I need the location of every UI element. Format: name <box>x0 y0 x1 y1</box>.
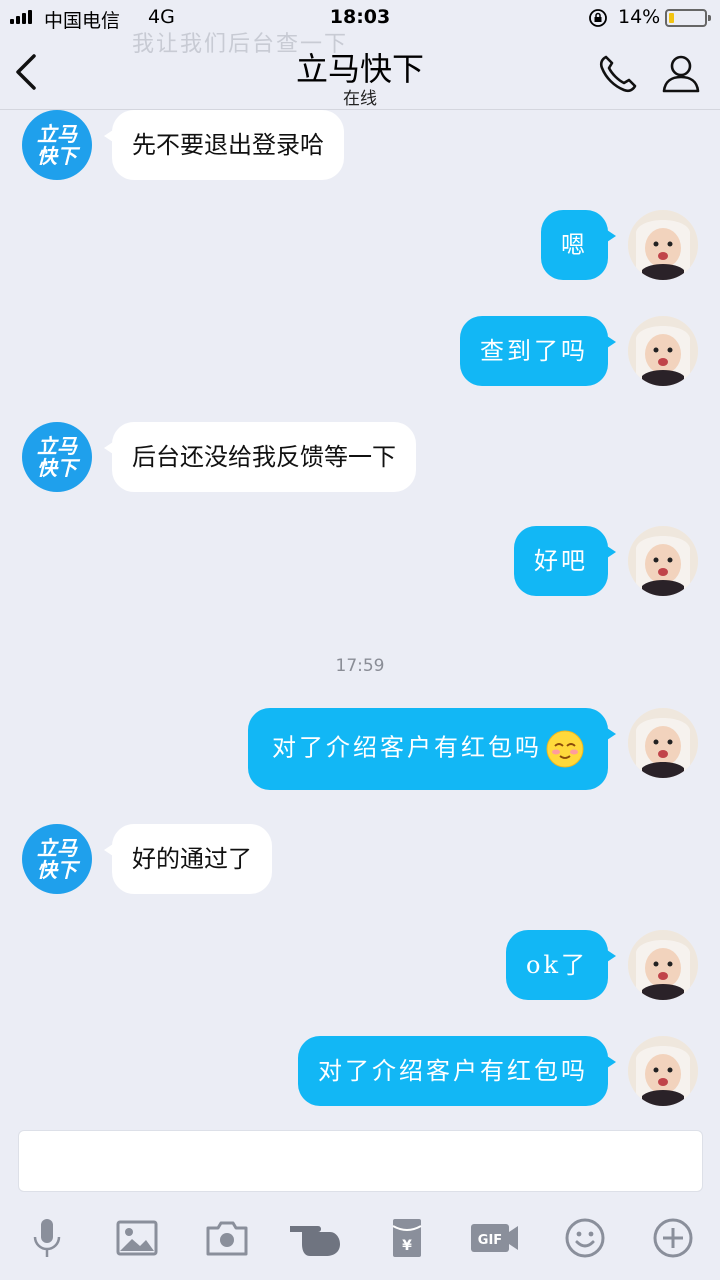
red-packet-icon[interactable]: ¥ <box>384 1216 430 1260</box>
status-time: 18:03 <box>329 6 391 28</box>
plus-icon[interactable] <box>650 1216 696 1260</box>
poke-hand-icon[interactable] <box>288 1216 344 1260</box>
outgoing-message[interactable]: 好吧 <box>514 526 616 596</box>
chat-header: 我让我们后台查一下 立马快下 在线 <box>0 32 720 110</box>
contact-avatar[interactable]: 立马 快下 <box>22 824 92 894</box>
gif-icon[interactable]: GIF <box>468 1216 520 1260</box>
message-timestamp: 17:59 <box>335 656 385 676</box>
rotation-lock-icon <box>589 9 607 27</box>
my-avatar[interactable] <box>628 526 698 596</box>
my-avatar[interactable] <box>628 1036 698 1106</box>
message-text: 对了介绍客户有红包吗 <box>272 733 542 762</box>
phone-icon[interactable] <box>596 52 640 96</box>
outgoing-message[interactable]: 对了介绍客户有红包吗 <box>248 708 616 790</box>
outgoing-message[interactable]: 对了介绍客户有红包吗 <box>298 1036 616 1106</box>
mic-icon[interactable] <box>24 1216 70 1260</box>
battery-fill <box>669 13 674 23</box>
my-avatar[interactable] <box>628 708 698 778</box>
my-avatar[interactable] <box>628 930 698 1000</box>
incoming-message[interactable]: 后台还没给我反馈等一下 <box>104 422 416 492</box>
image-icon[interactable] <box>114 1216 160 1260</box>
outgoing-message[interactable]: ok了 <box>506 930 616 1000</box>
camera-icon[interactable] <box>204 1216 250 1260</box>
my-avatar[interactable] <box>628 210 698 280</box>
status-bar: 中国电信 4G 18:03 14% <box>0 0 720 36</box>
outgoing-message[interactable]: 嗯 <box>541 210 616 280</box>
svg-text:GIF: GIF <box>478 1233 502 1248</box>
incoming-message[interactable]: 好的通过了 <box>104 824 272 894</box>
message-list[interactable]: 立马 快下 先不要退出登录哈 嗯 查到了吗 立马 快下 后台还没给我反馈等一下 好吧… <box>0 110 720 1120</box>
outgoing-message[interactable]: 查到了吗 <box>460 316 616 386</box>
svg-text:¥: ¥ <box>402 1238 412 1254</box>
battery-percent: 14% <box>618 6 661 28</box>
blush-emoji-icon <box>546 730 584 768</box>
contact-avatar[interactable]: 立马 快下 <box>22 422 92 492</box>
message-input[interactable] <box>18 1130 703 1192</box>
contact-avatar[interactable]: 立马 快下 <box>22 110 92 180</box>
my-avatar[interactable] <box>628 316 698 386</box>
incoming-message[interactable]: 先不要退出登录哈 <box>104 110 344 180</box>
emoji-icon[interactable] <box>562 1216 608 1260</box>
input-toolbar: ¥ GIF <box>0 1200 720 1280</box>
profile-icon[interactable] <box>660 52 702 94</box>
battery-icon <box>665 9 711 27</box>
